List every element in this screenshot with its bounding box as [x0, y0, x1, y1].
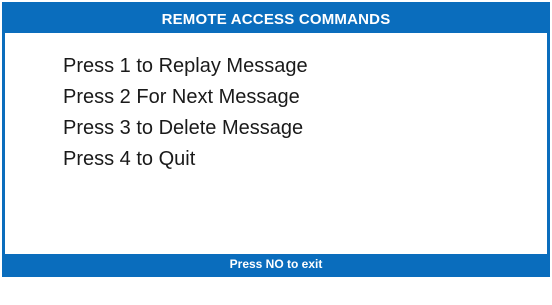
command-list: Press 1 to Replay Message Press 2 For Ne… — [5, 33, 547, 254]
command-replay-message: Press 1 to Replay Message — [63, 55, 308, 77]
remote-access-screen: REMOTE ACCESS COMMANDS Press 1 to Replay… — [2, 2, 550, 277]
screen-title: REMOTE ACCESS COMMANDS — [5, 5, 547, 33]
footer-hint: Press NO to exit — [5, 254, 547, 274]
command-delete-message: Press 3 to Delete Message — [63, 117, 304, 139]
command-quit: Press 4 to Quit — [63, 148, 196, 170]
command-next-message: Press 2 For Next Message — [63, 86, 300, 108]
